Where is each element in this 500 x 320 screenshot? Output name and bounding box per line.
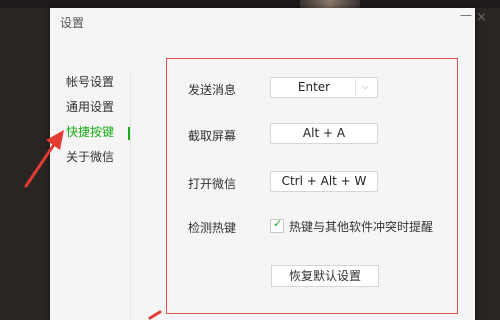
background-avatar-image [300,0,360,8]
send-message-label: 发送消息 [188,83,237,97]
restore-default-button[interactable]: 恢复默认设置 [271,265,379,287]
open-wechat-hotkey-field[interactable]: Ctrl + Alt + W [270,171,378,192]
open-wechat-label: 打开微信 [188,177,237,191]
send-message-select[interactable]: Enter ⌵ [270,77,378,98]
settings-sidebar: 帐号设置 通用设置 快捷按键 关于微信 [66,74,126,174]
hotkey-conflict-checkbox[interactable]: ✓ [270,217,284,233]
send-message-value: Enter [297,80,331,94]
sidebar-item-account[interactable]: 帐号设置 [66,74,126,99]
screenshot-hotkey-field[interactable]: Alt + A [270,123,378,144]
chevron-down-icon[interactable]: ⌵ [362,78,369,97]
close-icon[interactable]: × [476,10,487,25]
sidebar-item-shortcuts[interactable]: 快捷按键 [66,124,126,149]
checkmark-icon: ✓ [273,217,283,230]
hotkey-conflict-label[interactable]: 热键与其他软件冲突时提醒 [289,218,433,235]
dropdown-separator [355,79,356,96]
sidebar-divider [130,74,131,320]
active-indicator [128,127,130,140]
screenshot-label: 截取屏幕 [188,129,237,143]
sidebar-item-about[interactable]: 关于微信 [66,149,126,174]
detect-hotkeys-label: 检测热键 [188,221,237,235]
background-window-edge [0,0,500,8]
sidebar-item-general[interactable]: 通用设置 [66,99,126,124]
